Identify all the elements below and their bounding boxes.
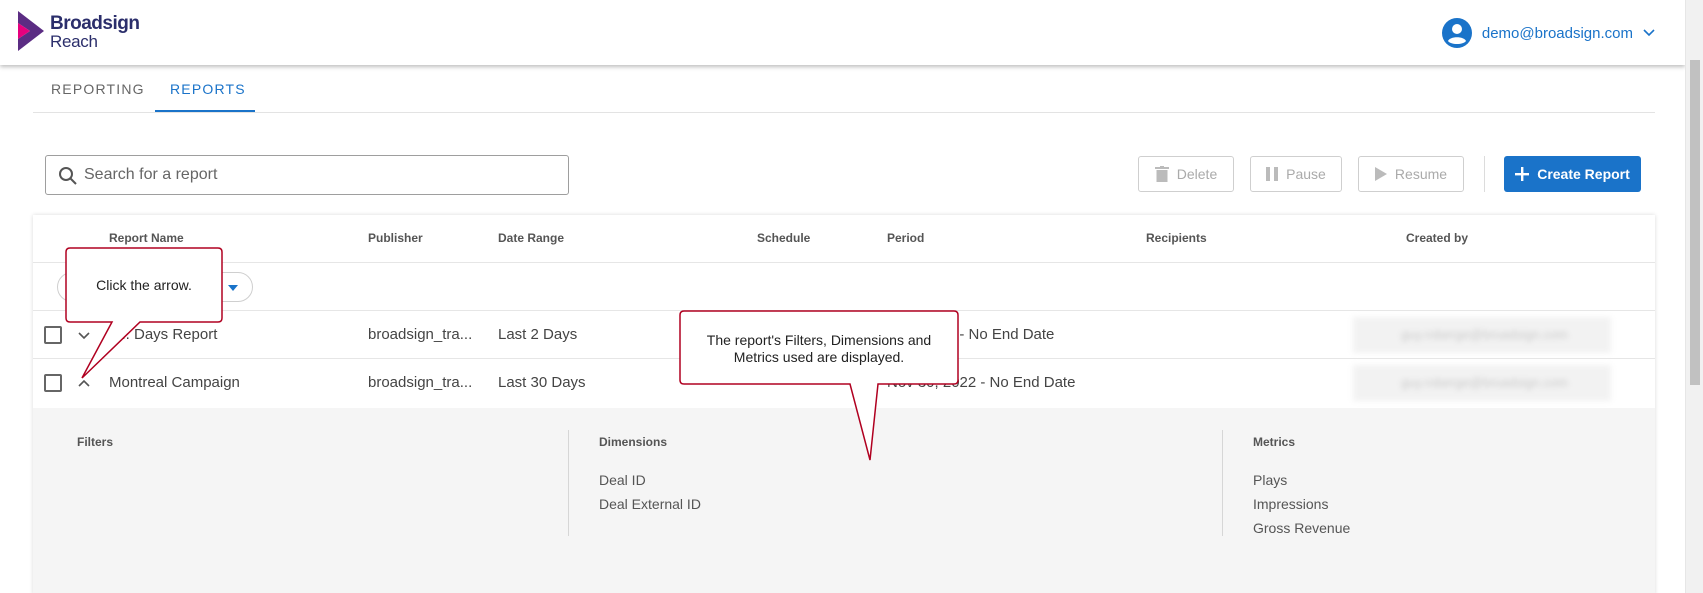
- play-icon: [1374, 167, 1387, 181]
- scrollbar-thumb[interactable]: [1690, 60, 1700, 385]
- vertical-scrollbar[interactable]: [1685, 0, 1703, 593]
- chevron-down-icon[interactable]: [77, 331, 91, 341]
- dimension-item: Deal ID: [599, 472, 646, 488]
- pause-button[interactable]: Pause: [1250, 156, 1342, 192]
- column-header-date-range[interactable]: Date Range: [498, 231, 564, 245]
- callout-arrow-text: Click the arrow.: [96, 277, 192, 293]
- trash-icon: [1154, 166, 1169, 182]
- reports-table: Report Name Publisher Date Range Schedul…: [33, 215, 1655, 593]
- delete-button[interactable]: Delete: [1138, 156, 1234, 192]
- created-by-cell: guy.roberge@broadsign.com: [1353, 365, 1611, 401]
- caret-down-icon: [228, 285, 238, 291]
- column-header-recipients[interactable]: Recipients: [1146, 231, 1207, 245]
- broadsign-reach-logo[interactable]: Broadsign Reach: [18, 11, 140, 51]
- column-header-report-name[interactable]: Report Name: [109, 231, 184, 245]
- metric-item: Plays: [1253, 472, 1288, 488]
- logo-text-product: Reach: [50, 32, 98, 51]
- detail-divider: [568, 430, 569, 536]
- detail-divider: [1222, 430, 1223, 536]
- created-by-cell: guy.roberge@broadsign.com: [1353, 317, 1611, 353]
- tab-bar: REPORTING REPORTS: [33, 65, 1655, 113]
- metric-item: Gross Revenue: [1253, 520, 1351, 536]
- top-header: Broadsign Reach demo@broadsign.com: [0, 0, 1685, 65]
- logo-chevron-icon: [18, 11, 44, 51]
- callout-detail-text-line1: The report's Filters, Dimensions and: [706, 332, 932, 348]
- create-report-label: Create Report: [1537, 166, 1630, 182]
- publisher-cell: broadsign_tra...: [368, 326, 473, 343]
- active-tab-indicator: [155, 110, 255, 112]
- user-menu[interactable]: demo@broadsign.com: [1441, 17, 1655, 49]
- filters-title: Filters: [77, 435, 114, 449]
- search-input[interactable]: [84, 156, 554, 194]
- row-checkbox[interactable]: [44, 326, 62, 344]
- header-divider: [33, 262, 1655, 263]
- row-checkbox[interactable]: [44, 374, 62, 392]
- app-window: Broadsign Reach demo@broadsign.com REPOR…: [0, 0, 1703, 593]
- resume-label: Resume: [1394, 166, 1448, 182]
- metric-item: Impressions: [1253, 496, 1329, 512]
- report-name-cell: Montreal Campaign: [109, 374, 240, 391]
- search-icon: [59, 167, 77, 185]
- filter-row-divider: [33, 310, 1655, 311]
- column-header-schedule[interactable]: Schedule: [757, 231, 810, 245]
- column-header-created-by[interactable]: Created by: [1406, 231, 1468, 245]
- delete-label: Delete: [1176, 166, 1218, 182]
- pause-label: Pause: [1286, 166, 1326, 182]
- chevron-down-icon: [1643, 29, 1655, 37]
- date-range-cell: Last 2 Days: [498, 326, 578, 343]
- callout-detail-text-line2: Metrics used are displayed.: [733, 349, 905, 365]
- search-box: [45, 155, 569, 195]
- dimension-item: Deal External ID: [599, 496, 701, 512]
- resume-button[interactable]: Resume: [1358, 156, 1464, 192]
- pause-icon: [1266, 167, 1279, 181]
- column-header-period[interactable]: Period: [887, 231, 924, 245]
- column-header-publisher[interactable]: Publisher: [368, 231, 423, 245]
- publisher-cell: broadsign_tra...: [368, 374, 473, 391]
- report-name-cell: L... Days Report: [109, 326, 218, 343]
- date-range-cell: Last 30 Days: [498, 374, 586, 391]
- chevron-up-icon[interactable]: [77, 378, 91, 388]
- tab-reports[interactable]: REPORTS: [170, 81, 246, 97]
- metrics-title: Metrics: [1253, 435, 1296, 449]
- period-cell: Nov 30, 2022 - No End Date: [887, 374, 1076, 391]
- plus-icon: [1515, 167, 1530, 181]
- dimensions-title: Dimensions: [599, 435, 668, 449]
- report-detail-panel: Filters Dimensions Deal ID Deal External…: [33, 408, 1655, 593]
- user-email: demo@broadsign.com: [1481, 24, 1633, 42]
- tab-reporting[interactable]: REPORTING: [51, 81, 145, 97]
- account-circle-icon: [1441, 18, 1472, 48]
- toolbar-divider: [1484, 156, 1485, 192]
- create-report-button[interactable]: Create Report: [1504, 156, 1641, 192]
